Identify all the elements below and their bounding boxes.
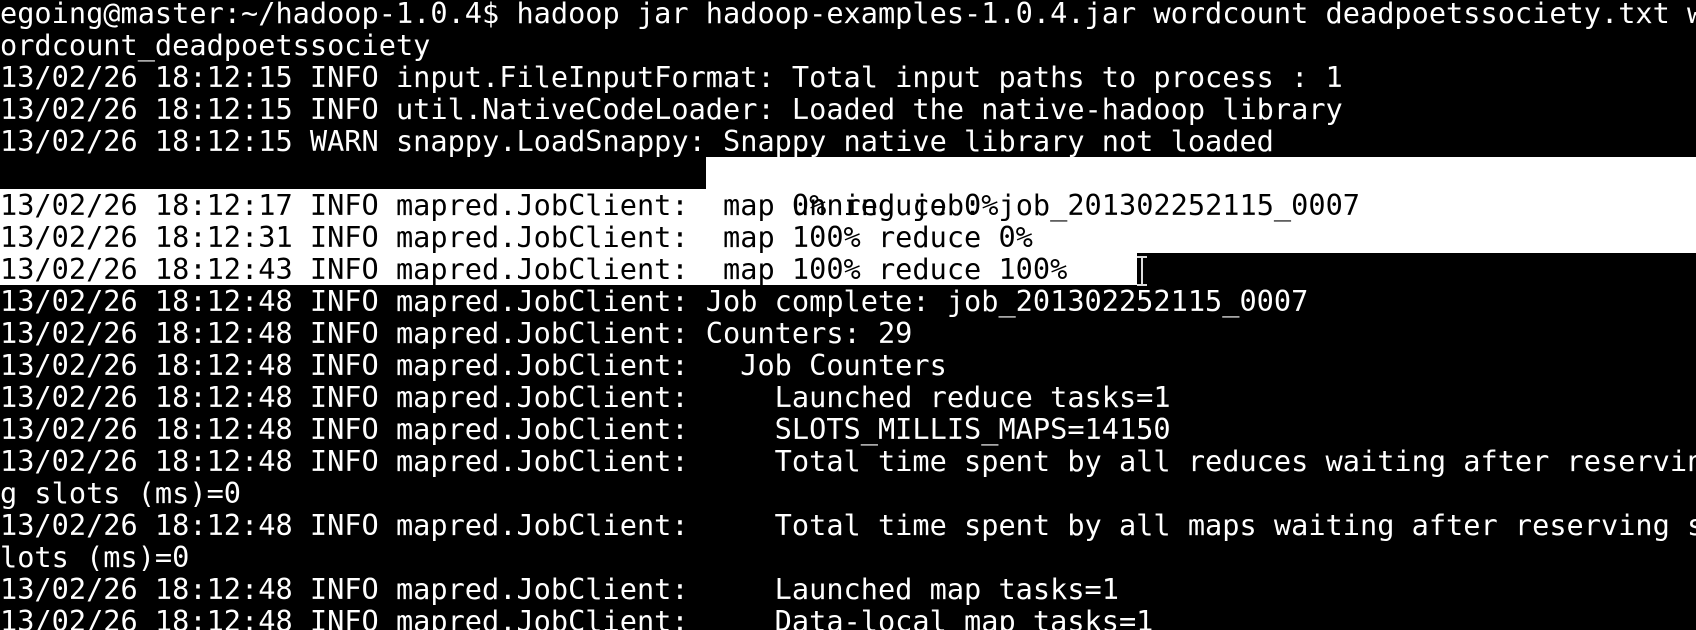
terminal-line: 13/02/26 18:12:15 INFO input.FileInputFo…: [0, 60, 1343, 94]
terminal-window[interactable]: egoing@master:~/hadoop-1.0.4$ hadoop jar…: [0, 0, 1696, 630]
terminal-line: 13/02/26 18:12:48 INFO mapred.JobClient:…: [0, 604, 1154, 630]
terminal-line: 13/02/26 18:12:48 INFO mapred.JobClient:…: [0, 412, 1171, 446]
terminal-line: lots (ms)=0: [0, 540, 190, 574]
terminal-line: 13/02/26 18:12:16 INFO mapred.JobClient:…: [0, 157, 1360, 222]
terminal-line: 13/02/26 18:12:17 INFO mapred.JobClient:…: [0, 188, 999, 222]
terminal-line: 13/02/26 18:12:48 INFO mapred.JobClient:…: [0, 508, 1696, 542]
terminal-line: 13/02/26 18:12:48 INFO mapred.JobClient:…: [0, 380, 1171, 414]
terminal-line: ordcount_deadpoetssociety: [0, 28, 431, 62]
terminal-line: 13/02/26 18:12:48 INFO mapred.JobClient:…: [0, 348, 947, 382]
terminal-line: 13/02/26 18:12:48 INFO mapred.JobClient:…: [0, 316, 913, 350]
terminal-line: 13/02/26 18:12:15 WARN snappy.LoadSnappy…: [0, 124, 1274, 158]
terminal-line: 13/02/26 18:12:43 INFO mapred.JobClient:…: [0, 252, 1068, 286]
terminal-line: 13/02/26 18:12:48 INFO mapred.JobClient:…: [0, 572, 1119, 606]
terminal-line: 13/02/26 18:12:31 INFO mapred.JobClient:…: [0, 220, 1033, 254]
terminal-line: 13/02/26 18:12:48 INFO mapred.JobClient:…: [0, 444, 1696, 478]
terminal-line: 13/02/26 18:12:15 INFO util.NativeCodeLo…: [0, 92, 1343, 126]
terminal-line: egoing@master:~/hadoop-1.0.4$ hadoop jar…: [0, 0, 1696, 30]
terminal-line: g slots (ms)=0: [0, 476, 242, 510]
text-cursor-icon: [1137, 256, 1147, 286]
terminal-line: 13/02/26 18:12:48 INFO mapred.JobClient:…: [0, 284, 1309, 318]
